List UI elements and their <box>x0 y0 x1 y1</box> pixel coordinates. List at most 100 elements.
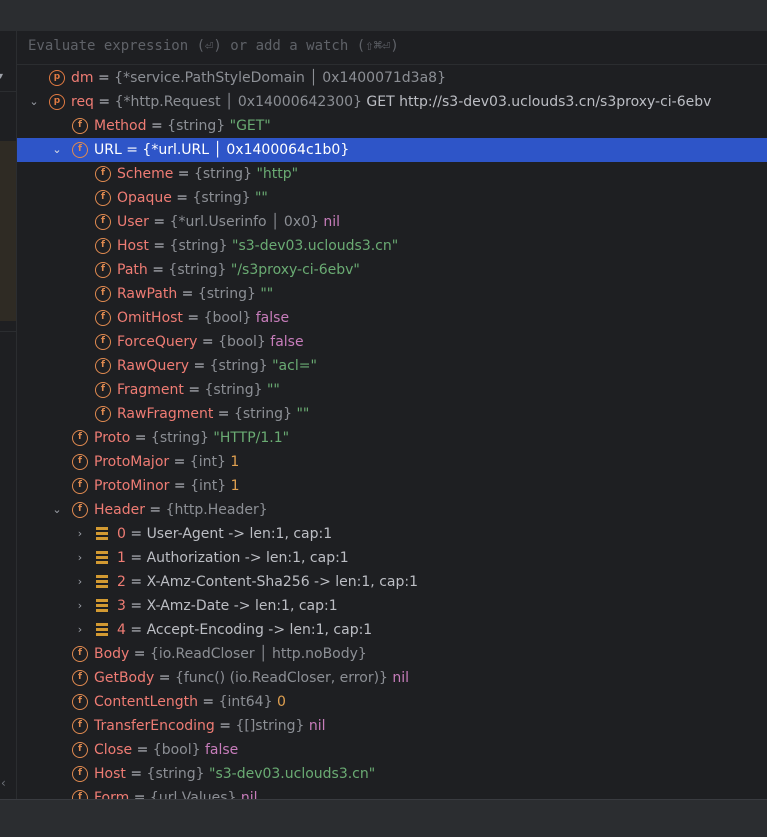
tree-row[interactable]: f Scheme = {string} "http" <box>17 162 767 186</box>
tree-row[interactable]: p dm = {*service.PathStyleDomain │ 0x1400… <box>17 66 767 90</box>
tree-row-text: 1 = Authorization -> len:1, cap:1 <box>117 546 349 570</box>
tree-row[interactable]: › 0 = User-Agent -> len:1, cap:1 <box>17 522 767 546</box>
field-icon: f <box>72 430 88 446</box>
tree-row-text: Fragment = {string} "" <box>117 378 280 402</box>
variable-name: Opaque <box>117 190 172 206</box>
tree-row[interactable]: f User = {*url.Userinfo │ 0x0} nil <box>17 210 767 234</box>
tree-row-text: Path = {string} "/s3proxy-ci-6ebv" <box>117 258 360 282</box>
tree-row[interactable]: f GetBody = {func() (io.ReadCloser, error… <box>17 666 767 690</box>
variable-type: {int64} <box>218 694 273 710</box>
equals-sign: = <box>125 766 147 782</box>
tree-row-text: Close = {bool} false <box>94 738 238 762</box>
tree-row[interactable]: ⌄ f URL = {*url.URL │ 0x1400064c1b0} <box>17 138 767 162</box>
equals-sign: = <box>214 718 236 734</box>
variable-name: Method <box>94 118 147 134</box>
equals-sign: = <box>125 574 147 590</box>
variable-type: {*url.Userinfo │ 0x0} <box>169 214 319 230</box>
tree-row[interactable]: f Close = {bool} false <box>17 738 767 762</box>
evaluate-expression-field[interactable]: Evaluate expression (⏎) or add a watch (… <box>17 31 767 65</box>
tree-row[interactable]: f ContentLength = {int64} 0 <box>17 690 767 714</box>
tree-row-text: 2 = X-Amz-Content-Sha256 -> len:1, cap:1 <box>117 570 418 594</box>
variable-type: {string} <box>209 358 268 374</box>
chevron-right-icon[interactable]: › <box>73 522 87 546</box>
variable-type: {string} <box>150 430 209 446</box>
tree-row[interactable]: f RawFragment = {string} "" <box>17 402 767 426</box>
variable-value: "s3-dev03.uclouds3.cn" <box>209 766 376 782</box>
tree-row[interactable]: › 3 = X-Amz-Date -> len:1, cap:1 <box>17 594 767 618</box>
chevron-left-icon[interactable]: ‹ <box>1 776 6 790</box>
tree-row[interactable]: ⌄ f Header = {http.Header} <box>17 498 767 522</box>
variable-value: "s3-dev03.uclouds3.cn" <box>232 238 399 254</box>
equals-sign: = <box>93 70 115 86</box>
tree-row[interactable]: f Host = {string} "s3-dev03.uclouds3.cn" <box>17 234 767 258</box>
field-icon: f <box>95 358 111 374</box>
variable-value: nil <box>323 214 341 230</box>
tree-row[interactable]: f ForceQuery = {bool} false <box>17 330 767 354</box>
variable-type: {string} <box>233 406 292 422</box>
field-icon: f <box>72 766 88 782</box>
tree-row-text: ContentLength = {int64} 0 <box>94 690 286 714</box>
divider <box>0 91 16 92</box>
variable-type: {string} <box>169 238 228 254</box>
tree-row[interactable]: f ProtoMajor = {int} 1 <box>17 450 767 474</box>
tree-row[interactable]: f OmitHost = {bool} false <box>17 306 767 330</box>
chevron-right-icon[interactable]: › <box>73 618 87 642</box>
tree-row[interactable]: f Form = {url.Values} nil <box>17 786 767 799</box>
equals-sign: = <box>93 94 115 110</box>
tree-row[interactable]: f Method = {string} "GET" <box>17 114 767 138</box>
equals-sign: = <box>197 694 219 710</box>
tree-row[interactable]: ⌄ p req = {*http.Request │ 0x14000642300} … <box>17 90 767 114</box>
field-icon: f <box>72 694 88 710</box>
tree-row[interactable]: › 1 = Authorization -> len:1, cap:1 <box>17 546 767 570</box>
chevron-down-icon[interactable]: ⌄ <box>27 90 41 114</box>
tree-row[interactable]: f TransferEncoding = {[]string} nil <box>17 714 767 738</box>
tree-row-text: dm = {*service.PathStyleDomain │ 0x14000… <box>71 66 446 90</box>
variable-name: TransferEncoding <box>94 718 215 734</box>
tree-row[interactable]: f Fragment = {string} "" <box>17 378 767 402</box>
field-icon: f <box>95 190 111 206</box>
tree-row[interactable]: f RawQuery = {string} "acl=" <box>17 354 767 378</box>
tree-row[interactable]: › 4 = Accept-Encoding -> len:1, cap:1 <box>17 618 767 642</box>
variable-name: req <box>71 94 94 110</box>
variable-value: Accept-Encoding -> len:1, cap:1 <box>146 622 373 638</box>
tree-row-text: TransferEncoding = {[]string} nil <box>94 714 326 738</box>
tree-row[interactable]: f Opaque = {string} "" <box>17 186 767 210</box>
chevron-right-icon[interactable]: › <box>73 546 87 570</box>
variable-value: 0 <box>276 694 286 710</box>
chevron-down-icon[interactable]: ▾ <box>0 71 3 82</box>
chevron-down-icon[interactable]: ⌄ <box>50 138 64 162</box>
equals-sign: = <box>169 454 190 470</box>
equals-sign: = <box>144 502 166 518</box>
equals-sign: = <box>129 790 150 799</box>
equals-sign: = <box>189 358 210 374</box>
field-icon: f <box>72 478 88 494</box>
field-icon: f <box>95 214 111 230</box>
top-toolbar <box>0 0 767 32</box>
tree-row-text: Host = {string} "s3-dev03.uclouds3.cn" <box>117 234 398 258</box>
frame-highlight <box>0 141 16 321</box>
chevron-right-icon[interactable]: › <box>73 570 87 594</box>
variable-type: {func() (io.ReadCloser, error)} <box>174 670 388 686</box>
tree-row-text: ProtoMinor = {int} 1 <box>94 474 240 498</box>
variable-name: 0 <box>117 526 126 542</box>
tree-row[interactable]: f Host = {string} "s3-dev03.uclouds3.cn" <box>17 762 767 786</box>
variables-tree: p dm = {*service.PathStyleDomain │ 0x1400… <box>17 66 767 799</box>
variable-type: {io.ReadCloser │ http.noBody} <box>149 646 367 662</box>
tree-row-text: RawFragment = {string} "" <box>117 402 309 426</box>
tree-row[interactable]: f Path = {string} "/s3proxy-ci-6ebv" <box>17 258 767 282</box>
divider <box>0 331 16 332</box>
tree-row[interactable]: f Proto = {string} "HTTP/1.1" <box>17 426 767 450</box>
tree-row[interactable]: f ProtoMinor = {int} 1 <box>17 474 767 498</box>
tree-row-text: Host = {string} "s3-dev03.uclouds3.cn" <box>94 762 375 786</box>
tree-row[interactable]: f Body = {io.ReadCloser │ http.noBody} <box>17 642 767 666</box>
field-icon: f <box>95 382 111 398</box>
variable-value: "" <box>266 382 280 398</box>
chevron-right-icon[interactable]: › <box>73 594 87 618</box>
variable-name: RawFragment <box>117 406 214 422</box>
tree-row[interactable]: f RawPath = {string} "" <box>17 282 767 306</box>
field-icon: f <box>95 238 111 254</box>
variable-value: Authorization -> len:1, cap:1 <box>146 550 349 566</box>
tree-row[interactable]: › 2 = X-Amz-Content-Sha256 -> len:1, cap:… <box>17 570 767 594</box>
chevron-down-icon[interactable]: ⌄ <box>50 498 64 522</box>
variable-value: X-Amz-Date -> len:1, cap:1 <box>146 598 338 614</box>
